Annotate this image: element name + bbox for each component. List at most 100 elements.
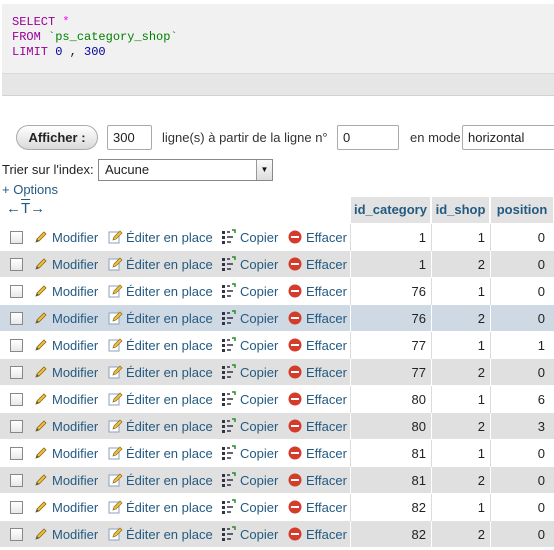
table-row[interactable]: Modifier Éditer en place Copier Effacer 77 2 0 (0, 359, 554, 386)
modify-link[interactable]: Modifier (33, 229, 98, 245)
pencil-icon (33, 365, 52, 380)
delete-link[interactable]: Effacer (287, 418, 347, 434)
modify-label: Modifier (52, 527, 99, 542)
row-checkbox[interactable] (10, 501, 23, 514)
row-checkbox[interactable] (10, 285, 23, 298)
table-row[interactable]: Modifier Éditer en place Copier Effacer 80 1 6 (0, 386, 554, 413)
edit-inline-link[interactable]: Éditer en place (107, 391, 213, 407)
copy-link[interactable]: Copier (221, 472, 278, 488)
table-row[interactable]: Modifier Éditer en place Copier Effacer 81 1 0 (0, 440, 554, 467)
copy-label: Copier (240, 284, 279, 299)
copy-link[interactable]: Copier (221, 418, 278, 434)
table-row[interactable]: Modifier Éditer en place Copier Effacer 76 2 0 (0, 305, 554, 332)
delete-link[interactable]: Effacer (287, 283, 347, 299)
table-row[interactable]: Modifier Éditer en place Copier Effacer 81 2 0 (0, 467, 554, 494)
header-position[interactable]: position (491, 197, 554, 223)
copy-link[interactable]: Copier (221, 445, 278, 461)
copy-link[interactable]: Copier (221, 526, 278, 542)
delete-link[interactable]: Effacer (287, 229, 347, 245)
copy-link[interactable]: Copier (221, 283, 278, 299)
delete-link[interactable]: Effacer (287, 391, 347, 407)
table-row[interactable]: Modifier Éditer en place Copier Effacer 76 1 0 (0, 278, 554, 305)
edit-inline-link[interactable]: Éditer en place (107, 337, 213, 353)
edit-inline-link[interactable]: Éditer en place (107, 229, 213, 245)
copy-link[interactable]: Copier (221, 499, 278, 515)
table-row[interactable]: Modifier Éditer en place Copier Effacer 80 2 3 (0, 413, 554, 440)
copy-link[interactable]: Copier (221, 256, 278, 272)
delete-icon (287, 419, 306, 434)
delete-link[interactable]: Effacer (287, 310, 347, 326)
delete-link[interactable]: Effacer (287, 256, 347, 272)
copy-icon (221, 499, 240, 515)
copy-link[interactable]: Copier (221, 337, 278, 353)
edit-inline-link[interactable]: Éditer en place (107, 256, 213, 272)
copy-label: Copier (240, 338, 279, 353)
modify-label: Modifier (52, 338, 99, 353)
modify-link[interactable]: Modifier (33, 256, 98, 272)
row-checkbox[interactable] (10, 528, 23, 541)
edit-inline-link[interactable]: Éditer en place (107, 445, 213, 461)
copy-icon (221, 337, 240, 353)
copy-link[interactable]: Copier (221, 364, 278, 380)
start-row-input[interactable]: 0 (337, 125, 399, 150)
edit-inline-icon (107, 392, 126, 407)
row-checkbox[interactable] (10, 231, 23, 244)
cell-id-shop: 1 (477, 500, 485, 515)
modify-link[interactable]: Modifier (33, 445, 98, 461)
delete-icon (287, 284, 306, 299)
delete-link[interactable]: Effacer (287, 472, 347, 488)
delete-link[interactable]: Effacer (287, 499, 347, 515)
delete-link[interactable]: Effacer (287, 526, 347, 542)
edit-inline-link[interactable]: Éditer en place (107, 472, 213, 488)
table-row[interactable]: Modifier Éditer en place Copier Effacer 1 2 0 (0, 251, 554, 278)
modify-link[interactable]: Modifier (33, 364, 98, 380)
modify-link[interactable]: Modifier (33, 337, 98, 353)
modify-link[interactable]: Modifier (33, 526, 98, 542)
copy-link[interactable]: Copier (221, 310, 278, 326)
row-checkbox[interactable] (10, 474, 23, 487)
cell-id-shop: 2 (477, 311, 485, 326)
options-link[interactable]: + Options (2, 182, 58, 197)
delete-label: Effacer (306, 500, 347, 515)
copy-link[interactable]: Copier (221, 391, 278, 407)
edit-inline-link[interactable]: Éditer en place (107, 283, 213, 299)
show-button[interactable]: Afficher : (16, 125, 98, 150)
modify-link[interactable]: Modifier (33, 310, 98, 326)
copy-link[interactable]: Copier (221, 229, 278, 245)
row-checkbox[interactable] (10, 447, 23, 460)
edit-inline-link[interactable]: Éditer en place (107, 499, 213, 515)
sort-index-select[interactable]: Aucune ▼ (98, 159, 273, 181)
header-id-shop[interactable]: id_shop (432, 197, 490, 223)
mode-select[interactable]: horizontal (462, 125, 554, 150)
edit-inline-link[interactable]: Éditer en place (107, 418, 213, 434)
modify-link[interactable]: Modifier (33, 472, 98, 488)
row-checkbox[interactable] (10, 339, 23, 352)
row-checkbox[interactable] (10, 312, 23, 325)
table-row[interactable]: Modifier Éditer en place Copier Effacer 82 2 0 (0, 521, 554, 548)
table-row[interactable]: Modifier Éditer en place Copier Effacer 82 1 0 (0, 494, 554, 521)
row-checkbox[interactable] (10, 393, 23, 406)
table-row[interactable]: Modifier Éditer en place Copier Effacer 77 1 1 (0, 332, 554, 359)
modify-link[interactable]: Modifier (33, 499, 98, 515)
row-checkbox[interactable] (10, 420, 23, 433)
table-row[interactable]: Modifier Éditer en place Copier Effacer 1 1 0 (0, 224, 554, 251)
edit-inline-link[interactable]: Éditer en place (107, 310, 213, 326)
chevron-down-icon: ▼ (256, 160, 272, 180)
delete-label: Effacer (306, 392, 347, 407)
delete-link[interactable]: Effacer (287, 337, 347, 353)
delete-link[interactable]: Effacer (287, 445, 347, 461)
header-id-category[interactable]: id_category (351, 197, 431, 223)
modify-link[interactable]: Modifier (33, 418, 98, 434)
row-checkbox[interactable] (10, 258, 23, 271)
modify-label: Modifier (52, 446, 99, 461)
cell-position: 0 (537, 365, 545, 380)
modify-link[interactable]: Modifier (33, 391, 98, 407)
edit-inline-link[interactable]: Éditer en place (107, 526, 213, 542)
cell-id-category: 81 (411, 473, 426, 488)
modify-link[interactable]: Modifier (33, 283, 98, 299)
rows-count-input[interactable]: 300 (107, 125, 152, 150)
edit-inline-label: Éditer en place (126, 284, 213, 299)
delete-link[interactable]: Effacer (287, 364, 347, 380)
edit-inline-link[interactable]: Éditer en place (107, 364, 213, 380)
row-checkbox[interactable] (10, 366, 23, 379)
